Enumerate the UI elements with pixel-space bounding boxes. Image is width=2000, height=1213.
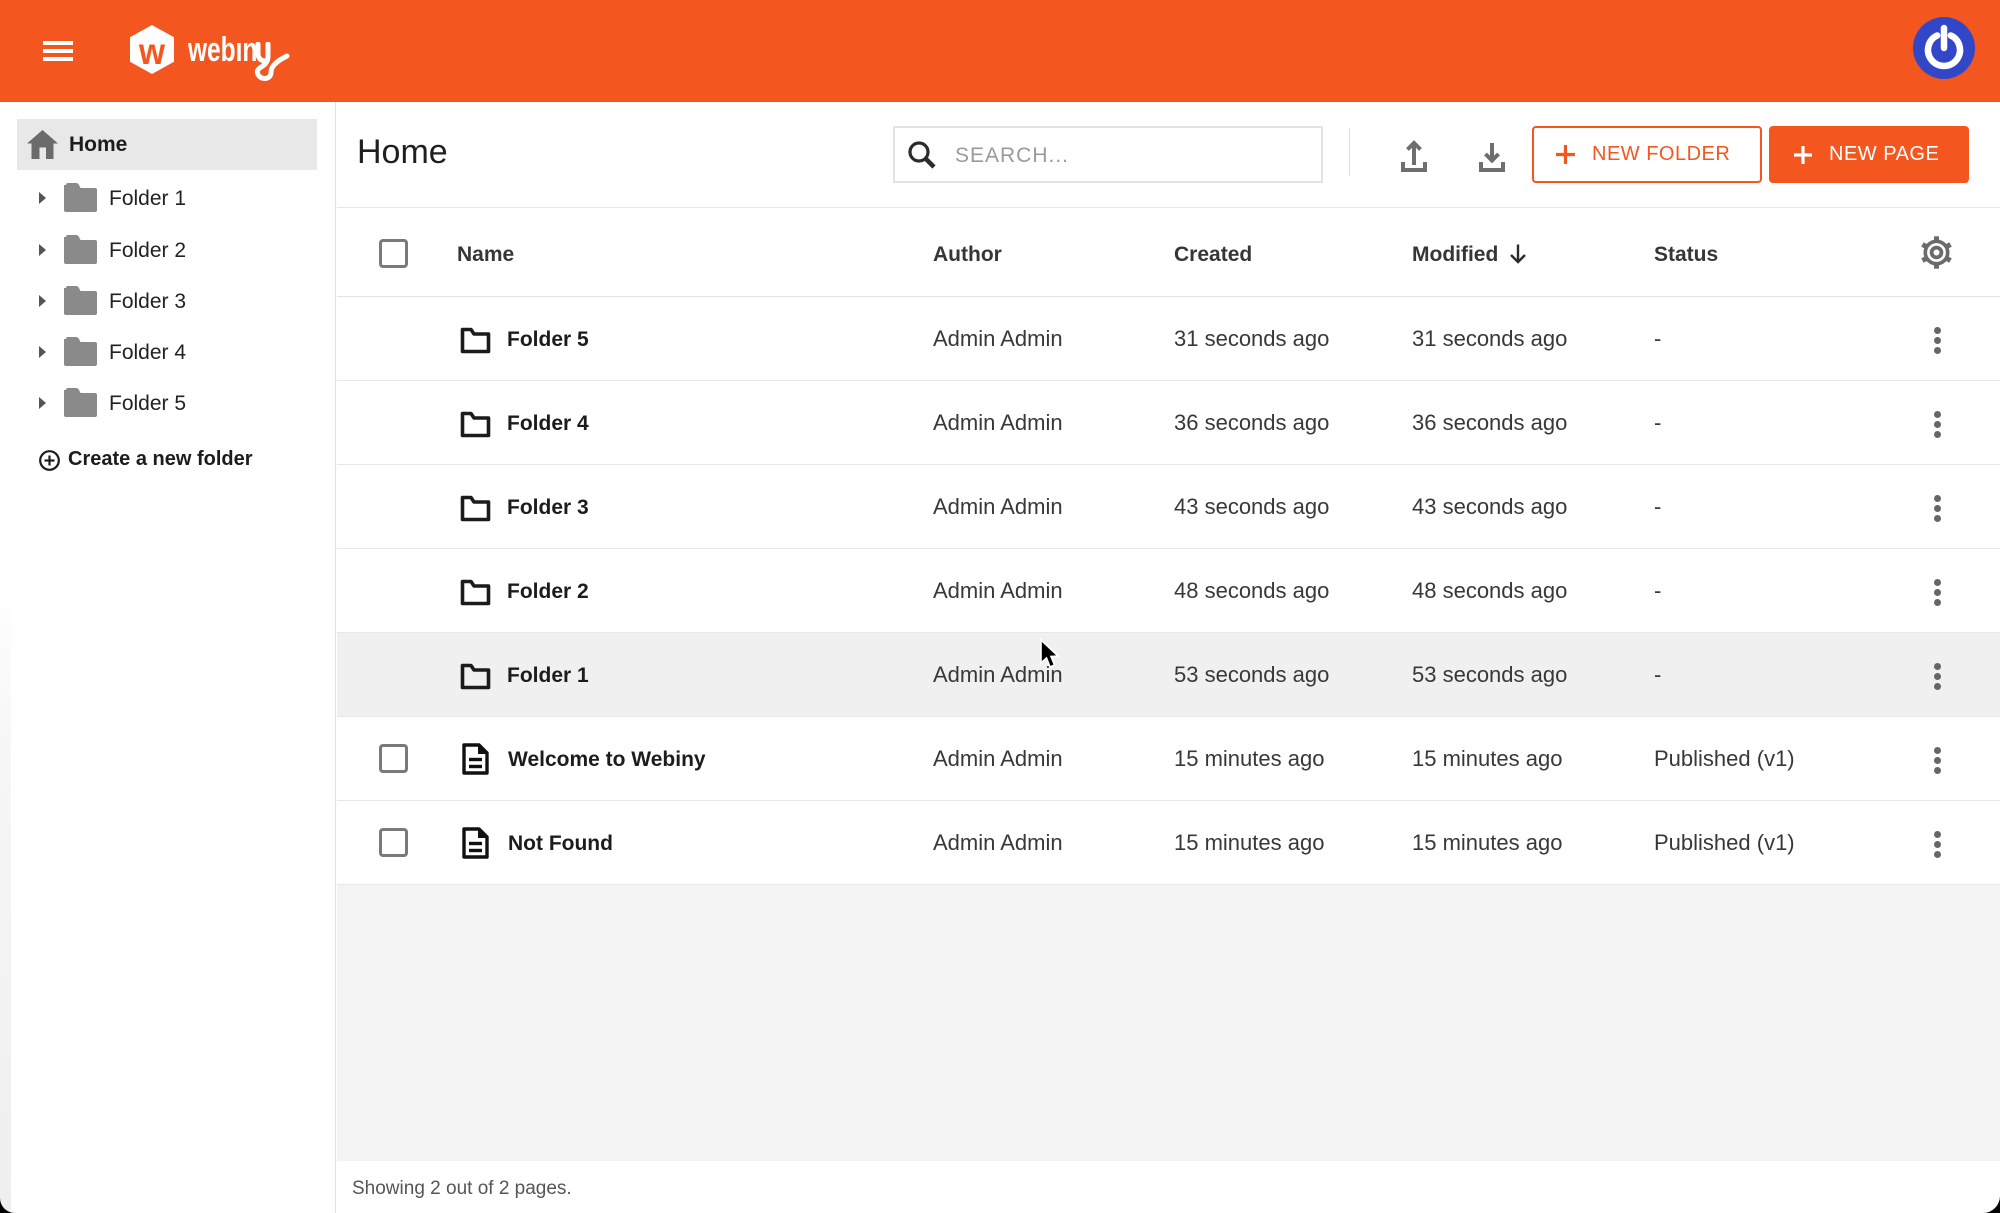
svg-text:w: w [138,31,165,72]
